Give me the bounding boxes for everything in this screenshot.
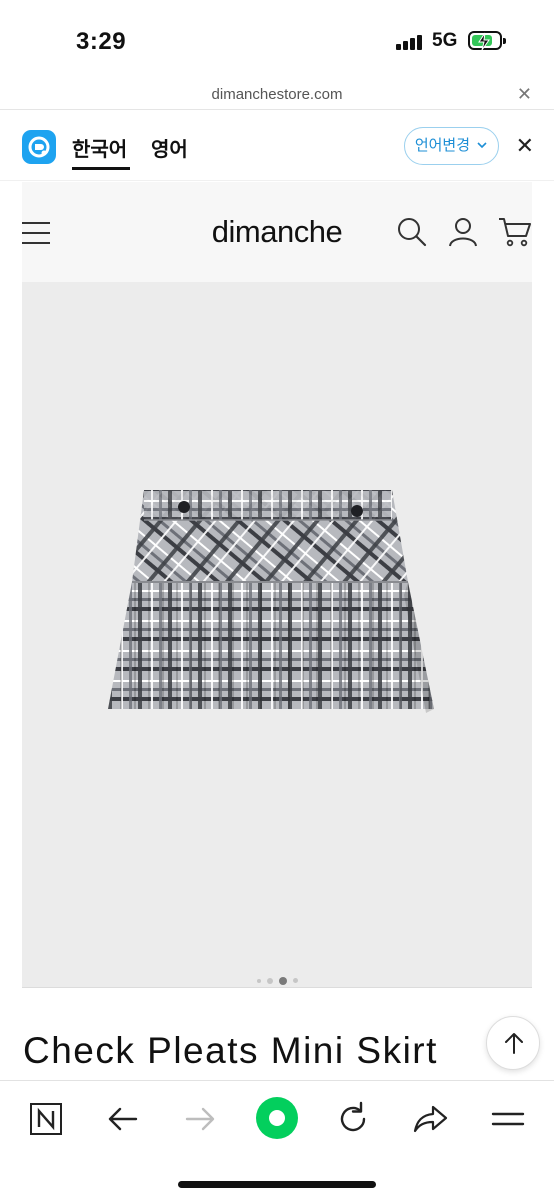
naver-home-icon[interactable] bbox=[24, 1099, 68, 1139]
cart-icon[interactable] bbox=[498, 216, 532, 253]
home-indicator bbox=[178, 1181, 376, 1188]
chevron-down-icon bbox=[476, 129, 488, 164]
carousel-dot[interactable] bbox=[292, 978, 298, 984]
reload-icon[interactable] bbox=[332, 1099, 376, 1139]
signal-icon bbox=[396, 34, 424, 50]
change-language-label: 언어변경 bbox=[414, 137, 471, 154]
browser-toolbar bbox=[0, 1080, 554, 1200]
forward-icon[interactable] bbox=[178, 1099, 222, 1139]
tab-korean[interactable]: 한국어 bbox=[72, 133, 127, 162]
tab-underline bbox=[72, 167, 130, 170]
close-icon[interactable]: ✕ bbox=[517, 84, 532, 105]
network-label: 5G bbox=[432, 30, 458, 51]
status-time: 3:29 bbox=[76, 28, 127, 55]
product-image[interactable] bbox=[22, 282, 532, 988]
product-title: Check Pleats Mini Skirt bbox=[23, 1030, 438, 1071]
green-dot-icon[interactable] bbox=[254, 1095, 300, 1141]
share-icon[interactable] bbox=[409, 1099, 453, 1139]
site-header: dimanche bbox=[22, 182, 532, 282]
translate-bar: 한국어 영어 언어변경 ✕ bbox=[0, 111, 554, 181]
close-translate-icon[interactable]: ✕ bbox=[516, 133, 534, 159]
papago-icon[interactable] bbox=[22, 130, 56, 164]
user-icon[interactable] bbox=[448, 216, 478, 253]
scroll-to-top-button[interactable] bbox=[486, 1016, 540, 1070]
status-bar: 3:29 5G bbox=[0, 0, 554, 80]
battery-icon bbox=[468, 31, 506, 51]
carousel-dot-active[interactable] bbox=[278, 976, 287, 985]
carousel-dot[interactable] bbox=[266, 977, 273, 984]
arrow-up-icon bbox=[505, 1033, 523, 1054]
search-icon[interactable] bbox=[396, 216, 428, 253]
url-text[interactable]: dimanchestore.com bbox=[0, 86, 554, 103]
menu-icon[interactable] bbox=[486, 1099, 530, 1139]
change-language-button[interactable]: 언어변경 bbox=[404, 127, 499, 165]
carousel-dots[interactable] bbox=[22, 972, 532, 990]
back-icon[interactable] bbox=[101, 1099, 145, 1139]
url-bar[interactable]: dimanchestore.com ✕ bbox=[0, 80, 554, 110]
tab-english[interactable]: 영어 bbox=[151, 133, 188, 162]
carousel-dot[interactable] bbox=[256, 978, 261, 983]
plaid-skirt-image bbox=[108, 487, 438, 727]
